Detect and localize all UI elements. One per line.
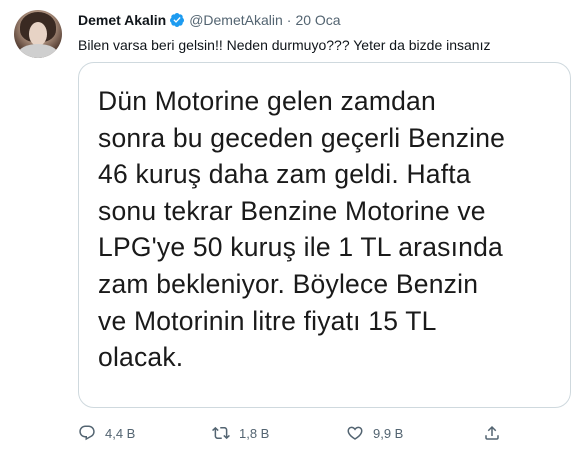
image-text-line: olacak. bbox=[98, 342, 184, 373]
tweet-date[interactable]: 20 Oca bbox=[295, 12, 340, 28]
author-name[interactable]: Demet Akalin bbox=[78, 12, 166, 28]
image-text-line: ve Motorinin litre fiyatı 15 TL bbox=[98, 305, 437, 336]
tweet-header: Demet Akalin @DemetAkalin · 20 Oca bbox=[78, 12, 341, 28]
action-bar: 4,4 B 1,8 B 9,9 B bbox=[78, 424, 518, 444]
separator-dot: · bbox=[286, 12, 292, 28]
retweet-icon bbox=[212, 426, 230, 440]
tweet-text: Bilen varsa beri gelsin!! Neden durmuyo?… bbox=[78, 37, 491, 53]
author-handle[interactable]: @DemetAkalin bbox=[189, 12, 283, 28]
retweet-button[interactable]: 1,8 B bbox=[212, 424, 269, 442]
like-count: 9,9 B bbox=[373, 425, 404, 441]
share-icon bbox=[485, 425, 499, 440]
avatar-face bbox=[29, 22, 47, 46]
image-text-line: Dün Motorine gelen zamdan bbox=[98, 86, 436, 116]
image-text-line: sonra bu geceden geçerli Benzine bbox=[98, 122, 506, 153]
reply-button[interactable]: 4,4 B bbox=[78, 424, 135, 442]
retweet-count: 1,8 B bbox=[239, 425, 270, 441]
tweet-image[interactable]: Dün Motorine gelen zamdan sonra bu geced… bbox=[78, 62, 571, 408]
image-text-line: LPG'ye 50 kuruş ile 1 TL arasında bbox=[98, 232, 503, 263]
verified-badge-icon bbox=[170, 13, 185, 27]
share-button[interactable] bbox=[483, 424, 510, 442]
image-text-line: 46 kuruş daha zam geldi. Hafta bbox=[98, 159, 471, 190]
like-button[interactable]: 9,9 B bbox=[346, 424, 403, 442]
image-text-line: sonu tekrar Benzine Motorine ve bbox=[98, 195, 486, 226]
reply-icon bbox=[79, 425, 95, 441]
avatar-body bbox=[18, 44, 58, 58]
heart-icon bbox=[347, 426, 363, 440]
reply-count: 4,4 B bbox=[105, 425, 136, 441]
image-text-line: zam bekleniyor. Böylece Benzin bbox=[98, 268, 479, 299]
image-text: Dün Motorine gelen zamdan sonra bu geced… bbox=[98, 83, 568, 376]
author-avatar[interactable] bbox=[14, 10, 62, 58]
